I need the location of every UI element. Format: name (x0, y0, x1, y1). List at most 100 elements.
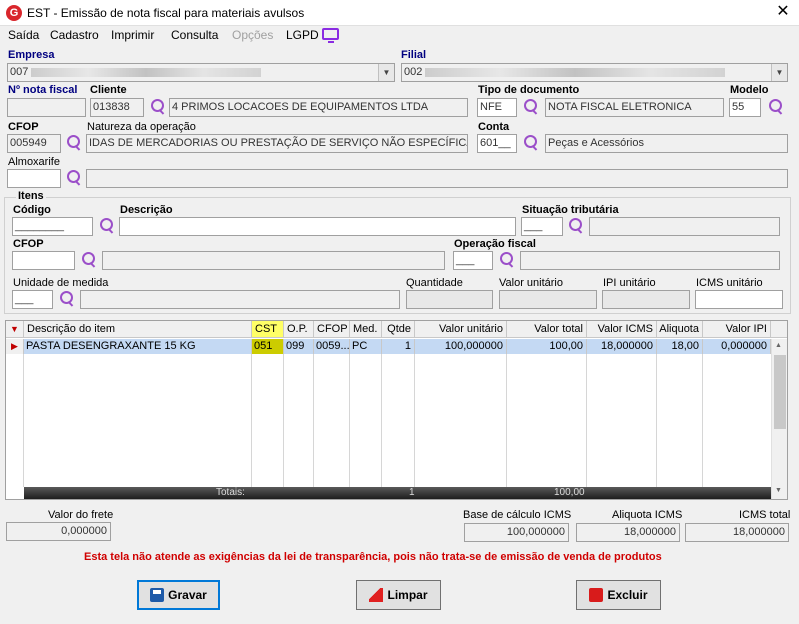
search-icon[interactable] (522, 134, 540, 152)
search-icon[interactable] (65, 134, 83, 152)
search-icon[interactable] (65, 169, 83, 187)
close-icon[interactable]: ✕ (774, 3, 792, 21)
chevron-down-icon[interactable]: ▼ (771, 64, 787, 81)
sit-field[interactable]: ___ (521, 217, 563, 236)
transparency-notice: Esta tela não atende as exigências da le… (84, 551, 662, 563)
save-icon (150, 587, 165, 602)
grid-header-op[interactable]: O.P. (284, 321, 314, 338)
menu-imprimir[interactable]: Imprimir (111, 28, 154, 42)
empresa-label: Empresa (8, 49, 55, 61)
codigo-label: Código (13, 204, 51, 216)
grid-header-cfop[interactable]: CFOP (314, 321, 350, 338)
qtd-field[interactable] (406, 290, 493, 309)
menu-lgpd[interactable]: LGPD (286, 28, 319, 42)
items-grid[interactable]: ▼ Descrição do item CST O.P. CFOP Med. Q… (5, 320, 788, 500)
nota-field[interactable] (7, 98, 86, 117)
menu-consulta[interactable]: Consulta (171, 28, 218, 42)
almox-code-field[interactable] (7, 169, 61, 188)
column-divider (414, 354, 415, 487)
sit-label: Situação tributária (522, 204, 619, 216)
search-icon[interactable] (767, 98, 785, 116)
icms-total-label: ICMS total (739, 509, 791, 521)
search-icon[interactable] (498, 251, 516, 269)
unidade-field[interactable]: ___ (12, 290, 53, 309)
menu-cadastro[interactable]: Cadastro (50, 28, 99, 42)
cfop-field[interactable]: 005949 (7, 134, 61, 153)
ipi-field[interactable] (602, 290, 690, 309)
redacted-text (425, 67, 726, 77)
grid-header-cst[interactable]: CST (252, 321, 284, 338)
nota-label: Nº nota fiscal (8, 84, 78, 96)
grid-header-vipi[interactable]: Valor IPI (703, 321, 771, 338)
table-row-vtotal[interactable]: 100,00 (507, 339, 587, 354)
table-row-vipi[interactable]: 0,000000 (703, 339, 771, 354)
table-row-cst[interactable]: 051 (252, 339, 284, 354)
tipodoc-label: Tipo de documento (478, 84, 580, 96)
column-divider (586, 354, 587, 487)
gravar-button[interactable]: Gravar (137, 580, 220, 610)
search-icon[interactable] (98, 217, 116, 235)
table-row-cfop[interactable]: 0059... (314, 339, 350, 354)
table-row-med[interactable]: PC (350, 339, 382, 354)
vunit-field[interactable] (499, 290, 597, 309)
chevron-down-icon[interactable]: ▼ (378, 64, 394, 81)
grid-header-vicms[interactable]: Valor ICMS (587, 321, 657, 338)
limpar-button[interactable]: Limpar (356, 580, 441, 610)
cliente-code-field[interactable]: 013838 (90, 98, 144, 117)
totals-label: Totais: (216, 487, 245, 498)
column-divider (251, 354, 252, 487)
cliente-label: Cliente (90, 84, 127, 96)
grid-header-med[interactable]: Med. (350, 321, 382, 338)
frete-field[interactable]: 0,000000 (6, 522, 111, 541)
monitor-icon[interactable] (322, 28, 339, 43)
descricao-field[interactable] (119, 217, 516, 236)
opfiscal-field[interactable]: ___ (453, 251, 493, 270)
base-label: Base de cálculo ICMS (463, 509, 572, 521)
scroll-up-icon[interactable]: ▲ (775, 342, 782, 349)
empresa-select[interactable]: 007 ▼ (7, 63, 395, 82)
excluir-button[interactable]: Excluir (576, 580, 661, 610)
modelo-field[interactable]: 55 (729, 98, 761, 117)
column-divider (23, 354, 24, 487)
table-row-qtde[interactable]: 1 (382, 339, 415, 354)
vunit-label: Valor unitário (499, 277, 563, 289)
codigo-field[interactable]: ________ (12, 217, 93, 236)
item-cfop-label: CFOP (13, 238, 44, 250)
table-row-aliquota[interactable]: 18,00 (657, 339, 703, 354)
menu-saida[interactable]: Saída (8, 28, 39, 42)
search-icon[interactable] (58, 290, 76, 308)
scroll-thumb[interactable] (774, 355, 786, 429)
conta-code-field[interactable]: 601__ (477, 134, 517, 153)
almox-label: Almoxarife (8, 156, 60, 168)
tipodoc-code-field[interactable]: NFE (477, 98, 517, 117)
table-row-vunit[interactable]: 100,000000 (415, 339, 507, 354)
column-divider (349, 354, 350, 487)
grid-header-aliquota[interactable]: Aliquota (657, 321, 703, 338)
row-indicator-icon: ▶ (6, 339, 24, 354)
search-icon[interactable] (567, 217, 585, 235)
scroll-down-icon[interactable]: ▼ (775, 487, 782, 494)
ipi-label: IPI unitário (603, 277, 656, 289)
table-row-descricao[interactable]: PASTA DESENGRAXANTE 15 KG (24, 339, 252, 354)
icms-unit-field[interactable] (695, 290, 783, 309)
grid-header-vtotal[interactable]: Valor total (507, 321, 587, 338)
search-icon[interactable] (522, 98, 540, 116)
search-icon[interactable] (80, 251, 98, 269)
table-row-op[interactable]: 099 (284, 339, 314, 354)
grid-scrollbar[interactable]: ▲ ▼ (771, 339, 787, 499)
window-title: EST - Emissão de nota fiscal para materi… (27, 6, 305, 20)
filial-select[interactable]: 002 ▼ (401, 63, 788, 82)
grid-header-descricao[interactable]: Descrição do item (24, 321, 252, 338)
search-icon[interactable] (149, 98, 167, 116)
eraser-icon (369, 587, 384, 602)
redacted-text (31, 67, 262, 77)
grid-header-qtde[interactable]: Qtde (382, 321, 415, 338)
item-cfop-field[interactable] (12, 251, 75, 270)
table-row-vicms[interactable]: 18,000000 (587, 339, 657, 354)
totals-bar: Totais: 1 100,00 (24, 487, 772, 499)
app-logo-icon: G (6, 5, 22, 21)
itens-title: Itens (16, 190, 46, 202)
trash-icon (589, 587, 604, 602)
grid-header-vunit[interactable]: Valor unitário (415, 321, 507, 338)
grid-header-spacer (771, 321, 787, 338)
